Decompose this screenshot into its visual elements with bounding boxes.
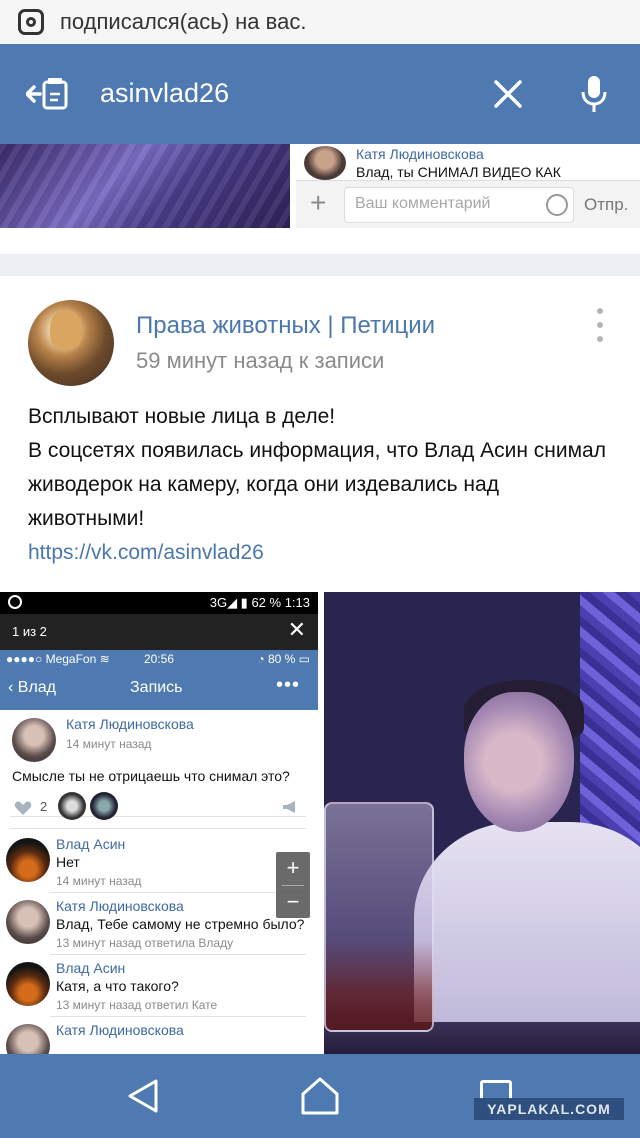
- avatar: [12, 718, 56, 762]
- watermark: YAPLAKAL.COM: [474, 1098, 624, 1120]
- ios-status-bar: ●●●●○ MegaFon ≋ 20:56 ◔ 80 % ▭: [0, 650, 318, 668]
- previous-post-image[interactable]: [0, 144, 290, 228]
- avatar: [58, 792, 86, 820]
- comment-text: Влад, Тебе самому не стремно было?: [56, 916, 305, 932]
- avatar: [6, 838, 50, 882]
- divider: [0, 254, 640, 262]
- search-bar: asinvlad26: [0, 44, 640, 144]
- post-time: 14 минут назад: [66, 737, 152, 751]
- post-text: Всплывают новые лица в деле! В соцсетях …: [28, 400, 620, 570]
- group-name[interactable]: Права животных | Петиции: [136, 312, 435, 340]
- close-icon: ✕: [287, 617, 306, 642]
- home-icon[interactable]: [300, 1076, 340, 1116]
- divider: [50, 1016, 306, 1017]
- comment-input[interactable]: Ваш комментарий: [344, 187, 574, 223]
- previous-post-comments: Катя Людиновскова Влад, ты СНИМАЛ ВИДЕО …: [296, 144, 640, 228]
- plus-icon: +: [286, 855, 300, 880]
- comment-text: Катя, а что такого?: [56, 978, 179, 994]
- send-button[interactable]: Отпр.: [584, 195, 628, 215]
- instagram-icon: [18, 9, 44, 35]
- smile-icon[interactable]: [546, 194, 568, 216]
- group-avatar[interactable]: [28, 300, 114, 386]
- comment-author: Катя Людиновскова: [56, 1022, 184, 1038]
- notification-text: подписался(ась) на вас.: [60, 9, 307, 34]
- comment-meta: 14 минут назад: [56, 874, 142, 888]
- whatsapp-icon: [8, 595, 22, 609]
- comment-author: Влад Асин: [56, 960, 126, 976]
- comment-input-row: + Ваш комментарий Отпр.: [296, 180, 640, 228]
- nav-back: ‹ Влад: [8, 679, 57, 696]
- divider: [10, 828, 306, 829]
- photo-counter: 1 из 2: [12, 624, 47, 639]
- zoom-control: + −: [276, 852, 310, 918]
- comment-meta: 13 минут назад ответил Кате: [56, 998, 218, 1012]
- divider: [50, 954, 306, 955]
- post-link[interactable]: https://vk.com/asinvlad26: [28, 536, 620, 570]
- likes-count: 2: [40, 799, 48, 814]
- microphone-icon[interactable]: [580, 74, 608, 114]
- post-card: Права животных | Петиции 59 минут назад …: [0, 276, 640, 1054]
- embedded-status-bar: 3G◢ ▮ 62 % 1:13: [0, 592, 318, 614]
- comment-author[interactable]: Катя Людиновскова: [356, 146, 484, 162]
- nav-title: Запись: [130, 679, 183, 696]
- embedded-post: Катя Людиновскова 14 минут назад Смысле …: [0, 710, 318, 850]
- post-photo-screenshot[interactable]: 3G◢ ▮ 62 % 1:13 1 из 2 ✕ ●●●●○ MegaFon ≋…: [0, 592, 318, 1054]
- back-to-list-icon[interactable]: [26, 78, 72, 110]
- post-text-line: Всплывают новые лица в деле!: [28, 405, 336, 428]
- embedded-nav: ‹ Влад Запись •••: [0, 668, 318, 710]
- avatar[interactable]: [304, 146, 346, 180]
- ios-time: 20:56: [144, 652, 175, 666]
- post-author: Катя Людиновскова: [66, 716, 194, 732]
- status-text: 3G◢ ▮ 62 % 1:13: [209, 595, 310, 610]
- post-photo-portrait[interactable]: [324, 592, 640, 1054]
- carrier: ●●●●○ MegaFon ≋: [6, 652, 110, 666]
- comment-text: Нет: [56, 854, 80, 870]
- attach-plus-icon[interactable]: +: [310, 189, 326, 217]
- avatar: [90, 792, 118, 820]
- search-input[interactable]: asinvlad26: [100, 78, 229, 109]
- post-text-line: В соцсетях появилась информация, что Вла…: [28, 439, 606, 530]
- back-triangle-icon[interactable]: [126, 1078, 160, 1114]
- navigation-bar: [0, 1054, 640, 1138]
- battery: ◔ 80 % ▭: [257, 652, 310, 666]
- post-text: Смысле ты не отрицаешь что снимал это?: [12, 768, 290, 784]
- minus-icon: −: [286, 889, 300, 914]
- comment-meta: 13 минут назад ответила Владу: [56, 936, 234, 950]
- avatar: [6, 1024, 50, 1054]
- avatar: [6, 900, 50, 944]
- comment-text: Влад, ты СНИМАЛ ВИДЕО КАК: [356, 164, 561, 180]
- heart-icon: [14, 801, 32, 815]
- screen: подписался(ась) на вас. asinvlad26 Катя …: [0, 0, 640, 1138]
- more-vertical-icon[interactable]: [594, 308, 606, 342]
- divider: [10, 816, 306, 817]
- viewer-header: 1 из 2 ✕: [0, 614, 318, 650]
- more-icon: •••: [275, 674, 300, 696]
- comment-author: Катя Людиновскова: [56, 898, 184, 914]
- divider: [50, 892, 306, 893]
- megaphone-icon: [283, 801, 295, 813]
- comment-author: Влад Асин: [56, 836, 126, 852]
- close-icon[interactable]: [492, 78, 524, 110]
- previous-post: Катя Людиновскова Влад, ты СНИМАЛ ВИДЕО …: [0, 144, 640, 262]
- post-time[interactable]: 59 минут назад к записи: [136, 348, 384, 374]
- notification-bar[interactable]: подписался(ась) на вас.: [0, 0, 640, 44]
- avatar: [6, 962, 50, 1006]
